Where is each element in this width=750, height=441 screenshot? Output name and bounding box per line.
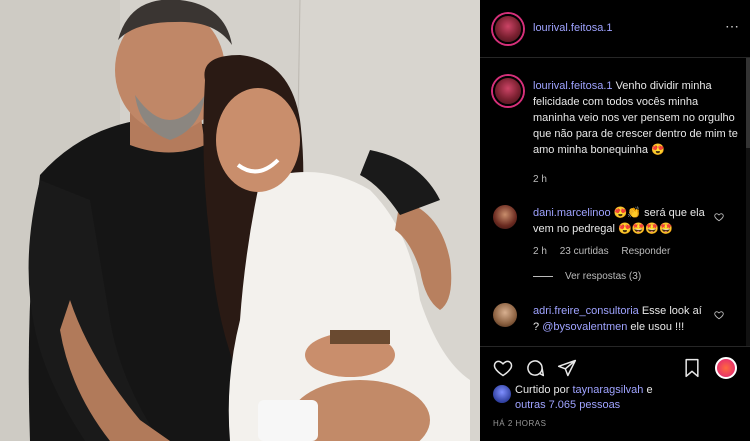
reply-button[interactable]: Responder [621, 246, 670, 257]
liked-prefix: Curtido por [515, 384, 570, 396]
comment-like-heart-icon[interactable] [714, 310, 724, 320]
likes-count[interactable]: outras 7.065 pessoas [515, 399, 620, 411]
comment-item: dani.marcelinoo 😍👏 será que ela vem no p… [533, 205, 708, 237]
liked-conj: e [646, 384, 653, 396]
comment-username[interactable]: adri.freire_consultoria [533, 305, 639, 317]
comment-item: adri.freire_consultoria Esse look aí ? @… [533, 303, 708, 335]
caption-time: 2 h [533, 174, 547, 185]
extension-icon[interactable] [715, 357, 737, 379]
comments-scrollbar[interactable] [746, 58, 750, 346]
post-photo-illustration [0, 0, 480, 441]
author-username[interactable]: lourival.feitosa.1 [533, 22, 613, 34]
replies-line [533, 275, 553, 277]
more-options-icon[interactable]: ⋯ [725, 18, 740, 35]
view-replies-label: Ver respostas (3) [565, 271, 642, 282]
comment-avatar[interactable] [493, 303, 517, 327]
comment-mention[interactable]: @bysovalentmen [542, 321, 627, 333]
comment-meta: 2 h 23 curtidas Responder [533, 246, 680, 257]
post-header: lourival.feitosa.1 ⋯ [480, 0, 750, 58]
post-panel: lourival.feitosa.1 ⋯ lourival.feitosa.1 … [480, 0, 750, 441]
liker-username[interactable]: taynaragsilvah [572, 384, 643, 396]
author-avatar[interactable] [493, 14, 523, 44]
comment-time: 2 h [533, 246, 547, 257]
post-photo [0, 0, 480, 441]
liked-by: Curtido por taynaragsilvah e outras 7.06… [515, 383, 695, 413]
view-replies-button[interactable]: Ver respostas (3) [533, 271, 641, 282]
post-timestamp: HÁ 2 HORAS [493, 419, 547, 428]
comment-icon[interactable] [525, 358, 545, 378]
comment-text-end: ele usou !!! [630, 321, 685, 333]
caption-avatar[interactable] [493, 76, 523, 106]
comment-like-heart-icon[interactable] [714, 212, 724, 222]
share-icon[interactable] [557, 358, 577, 378]
comment-username[interactable]: dani.marcelinoo [533, 207, 611, 219]
post-caption: lourival.feitosa.1 Venho dividir minha f… [533, 78, 743, 158]
liker-avatar[interactable] [493, 385, 511, 403]
caption-username[interactable]: lourival.feitosa.1 [533, 80, 613, 92]
heart-icon[interactable] [493, 358, 513, 378]
comment-likes[interactable]: 23 curtidas [560, 246, 609, 257]
comment-avatar[interactable] [493, 205, 517, 229]
bookmark-icon[interactable] [682, 358, 702, 378]
